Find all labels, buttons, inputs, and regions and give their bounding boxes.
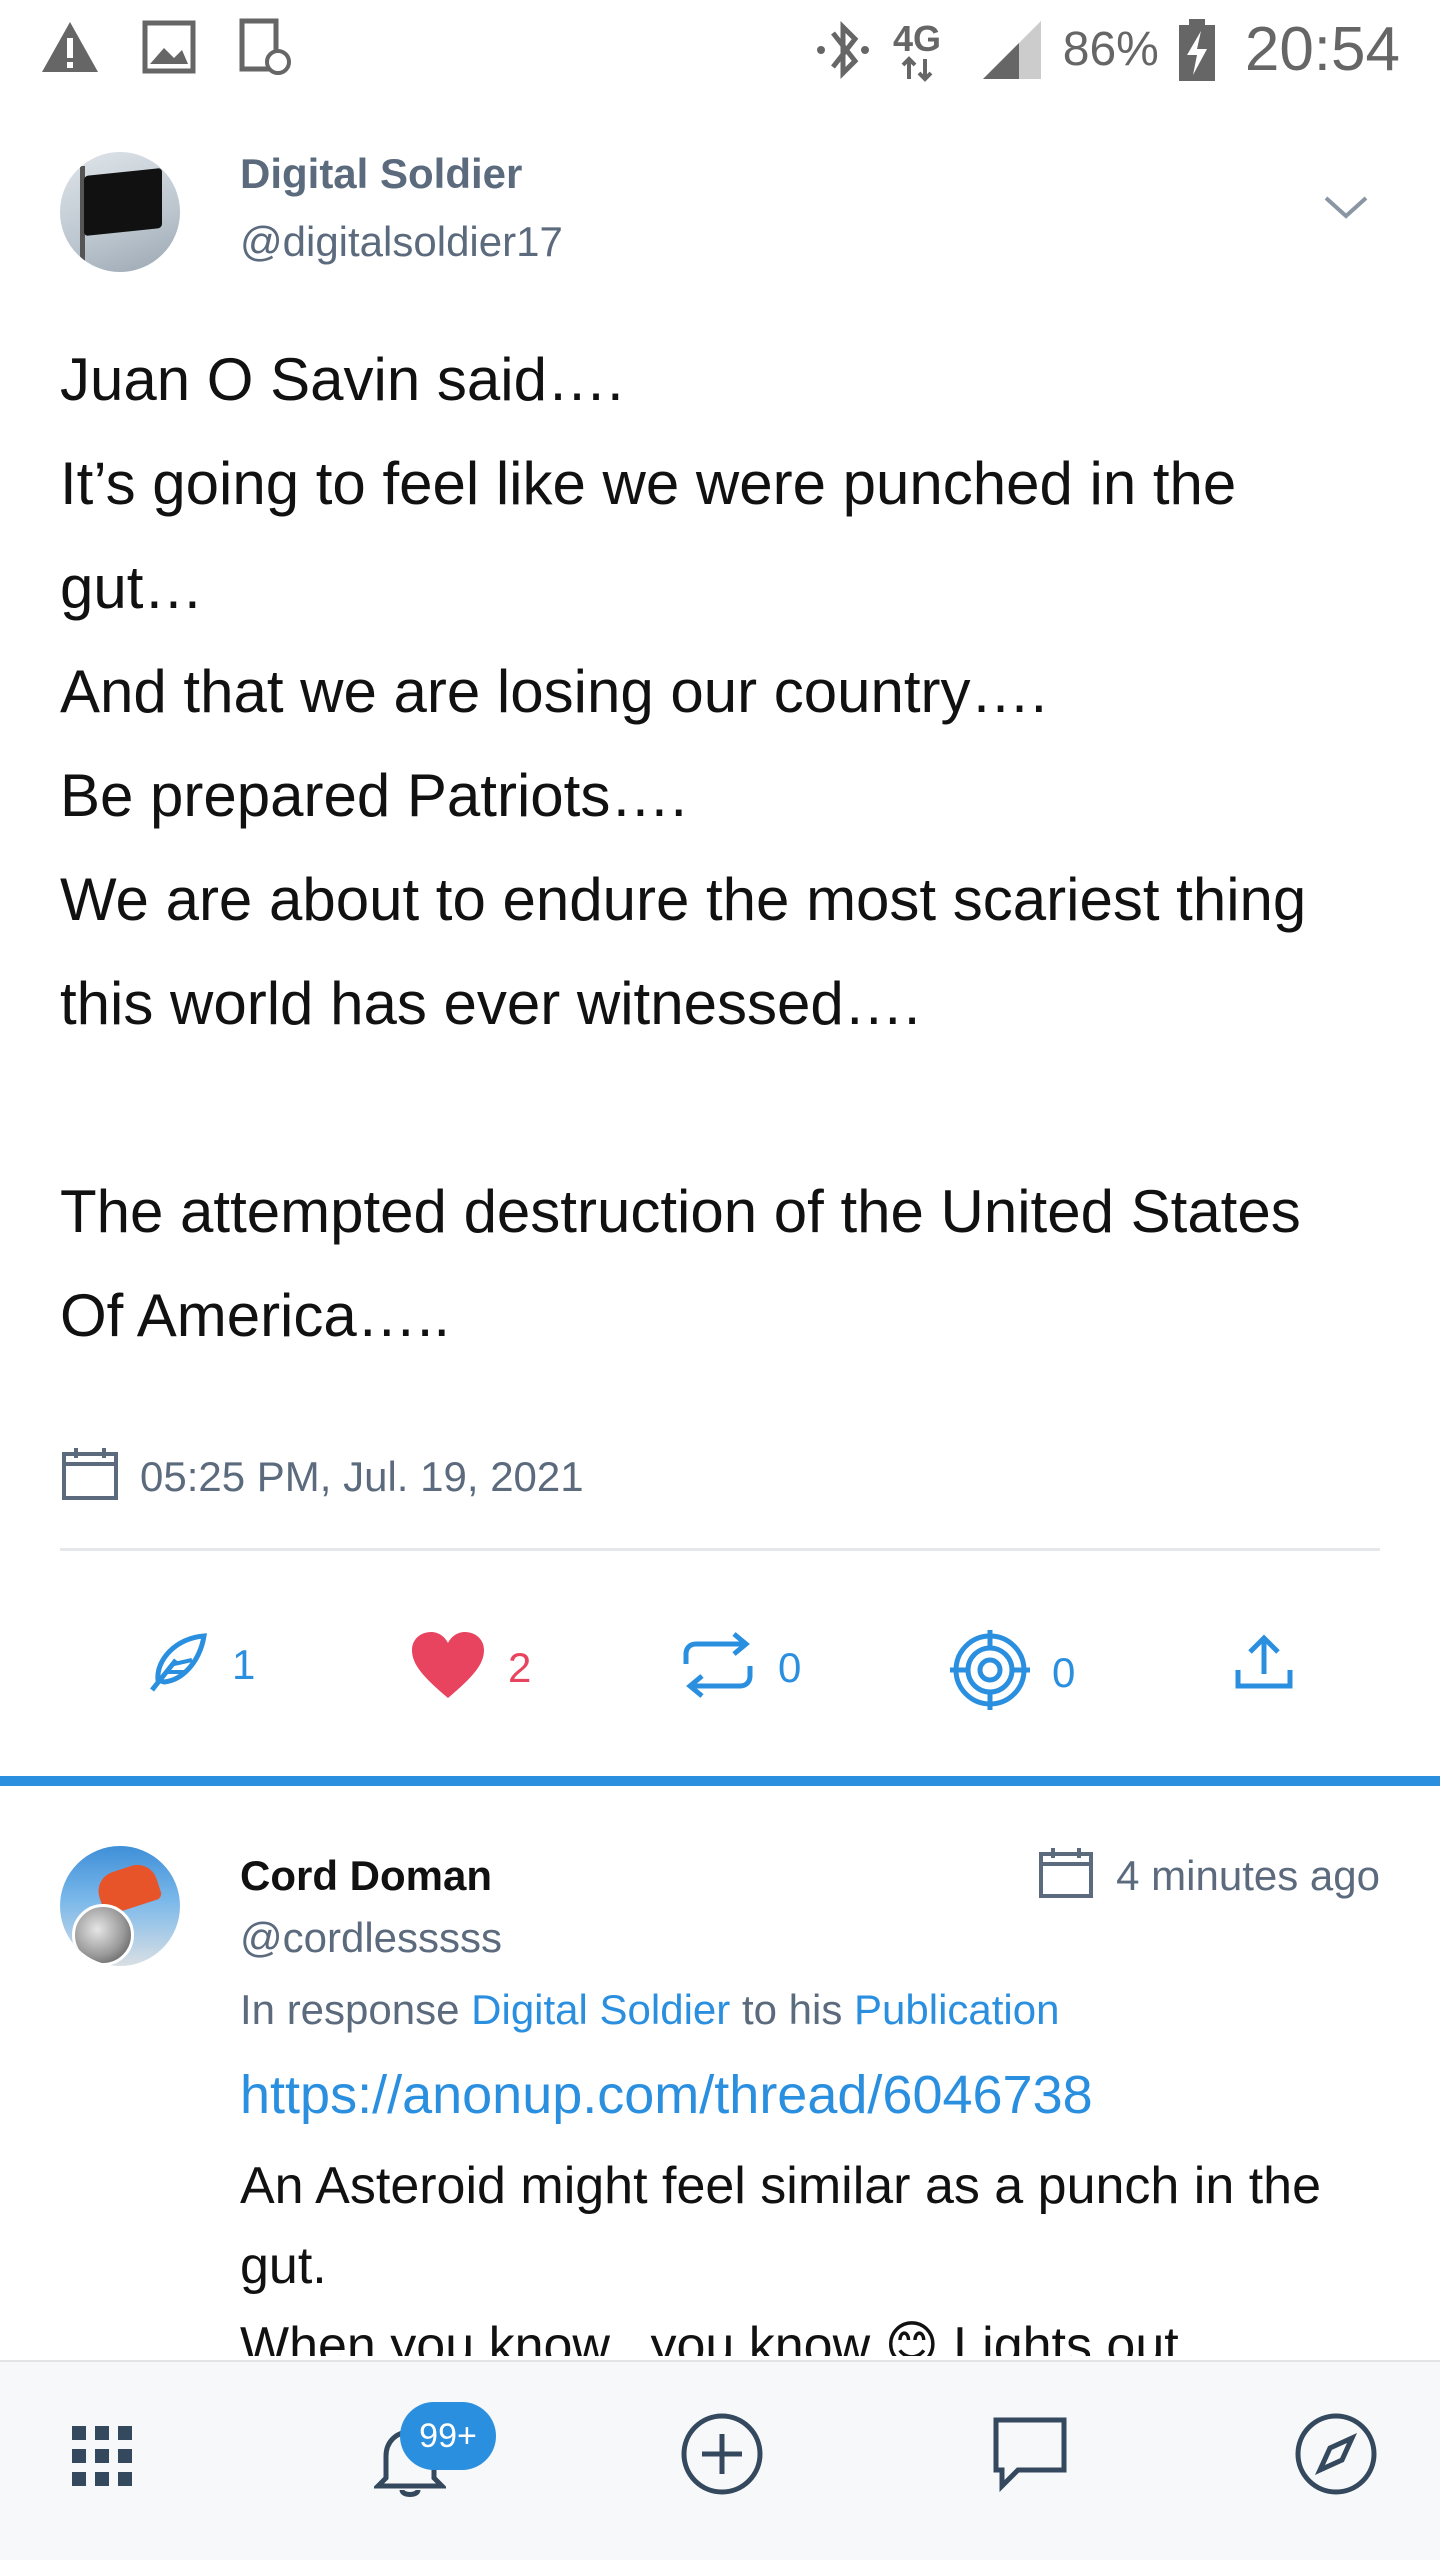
like-button[interactable]: 2 [410, 1630, 531, 1705]
repost-icon [680, 1630, 756, 1705]
section-separator [0, 1776, 1440, 1786]
compass-icon [1294, 2413, 1378, 2500]
reply-context-prefix: In response [240, 1986, 460, 2033]
author-name[interactable]: Digital Soldier [240, 150, 522, 198]
author-avatar[interactable] [60, 152, 180, 272]
calendar-icon [60, 1446, 120, 1507]
create-post-button[interactable] [680, 2412, 764, 2501]
bell-icon [371, 2429, 449, 2502]
reply-context-publication-link[interactable]: Publication [854, 1986, 1059, 2033]
notification-badge: 99+ [400, 2402, 496, 2470]
target-button[interactable]: 0 [950, 1630, 1075, 1715]
warning-icon [40, 20, 100, 74]
battery-percent: 86% [1062, 23, 1159, 76]
reply-text-line-1: An Asteroid might feel similar as a punc… [240, 2157, 1322, 2295]
status-bar: 4G 86% 20:54 [0, 0, 1440, 100]
svg-text:4G: 4G [893, 18, 941, 59]
target-icon [950, 1630, 1030, 1715]
share-button[interactable] [1232, 1630, 1296, 1699]
reply-time-text: 4 minutes ago [1116, 1851, 1380, 1899]
heart-icon [410, 1630, 486, 1705]
post-date: 05:25 PM, Jul. 19, 2021 [60, 1446, 584, 1507]
reply-author-handle[interactable]: @cordlesssss [240, 1914, 502, 1962]
signal-icon [979, 17, 1045, 83]
reply-author-avatar[interactable] [60, 1846, 180, 1966]
reply-text-line-2: When you know...you know 😊 Lights out [240, 2317, 1179, 2356]
post-actions: 1 2 0 0 [0, 1600, 1440, 1730]
reply-context: In response Digital Soldier to his Publi… [240, 1986, 1059, 2034]
apps-grid-button[interactable] [72, 2426, 132, 2491]
battery-charging-icon [1177, 17, 1217, 83]
feather-icon [146, 1630, 210, 1699]
chat-icon [990, 2417, 1070, 2496]
chevron-down-icon[interactable] [1322, 192, 1370, 227]
grid-icon [72, 2426, 132, 2490]
calendar-icon [1038, 1846, 1094, 1905]
repost-count: 0 [778, 1643, 802, 1691]
image-icon [142, 20, 196, 74]
reply-button[interactable]: 1 [146, 1630, 255, 1699]
reply-text: An Asteroid might feel similar as a punc… [240, 2146, 1380, 2356]
reply-author-name[interactable]: Cord Doman [240, 1852, 492, 1900]
post-body: Juan O Savin said…. It’s going to feel l… [60, 346, 1307, 1349]
share-upload-icon [1232, 1630, 1296, 1699]
reply-thread-link[interactable]: https://anonup.com/thread/6046738 [240, 2064, 1093, 2126]
reply-context-user-link[interactable]: Digital Soldier [471, 1986, 730, 2033]
bottom-navigation: 99+ [0, 2360, 1440, 2560]
network-4g-icon: 4G [891, 15, 961, 85]
bluetooth-icon [813, 17, 873, 83]
repost-button[interactable]: 0 [680, 1630, 801, 1705]
reply-count: 1 [232, 1640, 256, 1688]
divider [60, 1548, 1380, 1551]
reply-time: 4 minutes ago [1038, 1846, 1380, 1905]
clock: 20:54 [1244, 15, 1400, 84]
post-date-text: 05:25 PM, Jul. 19, 2021 [140, 1452, 584, 1500]
author-handle[interactable]: @digitalsoldier17 [240, 218, 563, 266]
reply-context-mid: to his [741, 1986, 843, 2033]
messages-button[interactable] [990, 2412, 1070, 2497]
plus-circle-icon [680, 2413, 764, 2500]
screen-rotate-icon [238, 18, 294, 76]
target-count: 0 [1052, 1648, 1076, 1696]
like-count: 2 [508, 1643, 532, 1691]
explore-button[interactable] [1294, 2412, 1378, 2501]
